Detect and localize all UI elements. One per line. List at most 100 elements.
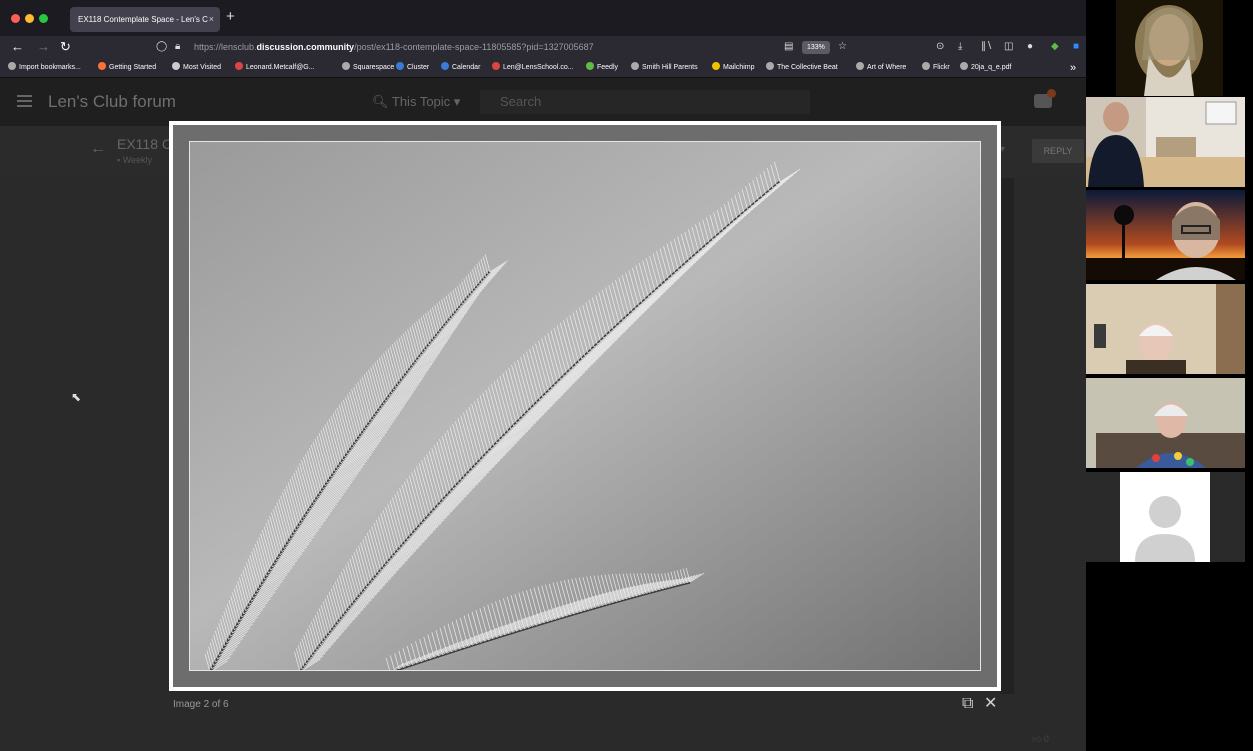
bookmark-favicon-icon	[98, 62, 106, 70]
lightbox-caption: Image 2 of 6	[173, 699, 229, 710]
maximize-window-button[interactable]	[39, 14, 48, 23]
avatar-placeholder-icon	[1149, 496, 1181, 528]
bookmark-label: Getting Started	[109, 64, 157, 71]
bookmark-item[interactable]: Smith Hill Parents	[631, 58, 698, 78]
lock-icon[interactable]: 🔒︎	[175, 37, 180, 57]
bookmark-label: Import bookmarks...	[19, 64, 81, 71]
external-link-icon[interactable]: ⧉	[962, 695, 973, 713]
bookmark-item[interactable]: Import bookmarks...	[8, 58, 81, 78]
account-icon[interactable]: ●	[1027, 39, 1033, 55]
bookmark-item[interactable]: Len@LensSchool.co...	[492, 58, 574, 78]
pocket-icon[interactable]: ⊙	[936, 39, 944, 55]
bookmark-favicon-icon	[766, 62, 774, 70]
shield-icon[interactable]: ◯	[156, 37, 167, 57]
search-scope-label: This Topic	[391, 94, 451, 109]
bookmark-favicon-icon	[856, 62, 864, 70]
sidebar-icon[interactable]: ◫	[1004, 39, 1013, 55]
bookmark-item[interactable]: Cluster	[396, 58, 429, 78]
bookmark-label: The Collective Beat	[777, 64, 838, 71]
bookmark-label: Calendar	[452, 64, 481, 71]
search-scope-dropdown[interactable]: 🔍︎ This Topic ▾	[372, 94, 460, 110]
bookmark-item[interactable]: The Collective Beat	[766, 58, 838, 78]
bookmark-item[interactable]: Calendar	[441, 58, 480, 78]
evernote-extension-icon[interactable]: ◆	[1051, 39, 1059, 55]
bookmark-label: Cluster	[407, 64, 430, 71]
bookmark-favicon-icon	[586, 62, 594, 70]
bookmark-item[interactable]: Squarespace	[342, 58, 394, 78]
participant-tile-3[interactable]	[1086, 190, 1245, 280]
close-window-button[interactable]	[11, 14, 20, 23]
bookmark-label: 20ja_q_e.pdf	[971, 64, 1012, 71]
bookmark-item[interactable]: Flickr	[922, 58, 950, 78]
minimize-window-button[interactable]	[25, 14, 34, 23]
bookmark-favicon-icon	[235, 62, 243, 70]
browser-window: EX118 Contemplate Space - Len's C × + ← …	[0, 0, 1086, 751]
bookmarks-toolbar: Import bookmarks... Getting Started Most V…	[0, 58, 1086, 78]
bookmark-item[interactable]: Most Visited	[172, 58, 221, 78]
bookmark-favicon-icon	[172, 62, 180, 70]
url-bar[interactable]: ◯ 🔒︎ https://lensclub.discussion.communi…	[150, 37, 860, 57]
bookmark-favicon-icon	[342, 62, 350, 70]
grass-seedhead-image	[190, 142, 980, 670]
zoom-extension-icon[interactable]: ■	[1073, 39, 1079, 55]
reader-view-icon[interactable]: ▤	[784, 37, 793, 57]
lightbox-photo-grass-seedheads[interactable]	[189, 141, 981, 671]
bookmark-favicon-icon	[441, 62, 449, 70]
bookmark-item[interactable]: 20ja_q_e.pdf	[960, 58, 1011, 78]
bookmark-favicon-icon	[712, 62, 720, 70]
bookmark-item[interactable]: Leonard.Metcalf@G...	[235, 58, 315, 78]
bookmark-label: Leonard.Metcalf@G...	[246, 64, 315, 71]
participant-tile-4[interactable]	[1086, 284, 1245, 374]
forum-header: Len's Club forum 🔍︎ This Topic ▾ Search	[0, 78, 1086, 126]
bookmark-label: Flickr	[933, 64, 950, 71]
like-count[interactable]: 👍︎ 0	[1032, 734, 1049, 745]
reply-button[interactable]: REPLY	[1032, 139, 1084, 163]
new-tab-button[interactable]: +	[226, 8, 235, 25]
bookmark-label: Smith Hill Parents	[642, 64, 698, 71]
library-icon[interactable]: ∥∖	[981, 39, 992, 55]
bookmark-item[interactable]: Art of Where	[856, 58, 906, 78]
forward-icon[interactable]: →	[37, 38, 50, 56]
zoom-level-badge[interactable]: 133%	[802, 41, 830, 54]
close-icon[interactable]: ✕	[984, 695, 997, 713]
bookmark-favicon-icon	[492, 62, 500, 70]
bookmark-favicon-icon	[8, 62, 16, 70]
video-call-sidebar	[1086, 0, 1253, 751]
notification-badge	[1047, 89, 1056, 98]
reload-icon[interactable]: ↻	[60, 38, 71, 56]
back-arrow-icon[interactable]: ←	[90, 140, 106, 158]
participant-tile-6-no-video[interactable]	[1086, 472, 1245, 562]
bookmark-favicon-icon	[631, 62, 639, 70]
tab-active[interactable]: EX118 Contemplate Space - Len's C ×	[70, 7, 220, 32]
lightbox	[169, 121, 1001, 691]
bookmark-label: Mailchimp	[723, 64, 755, 71]
lightbox-mat	[173, 125, 997, 687]
tab-bar: EX118 Contemplate Space - Len's C × +	[0, 0, 1086, 36]
tab-close-icon[interactable]: ×	[209, 7, 214, 32]
mouse-cursor-icon: ⬉	[71, 390, 82, 404]
bookmark-label: Feedly	[597, 64, 619, 71]
bookmark-item[interactable]: Getting Started	[98, 58, 156, 78]
like-count-value: 0	[1043, 734, 1049, 744]
downloads-icon[interactable]: ⤓	[958, 39, 962, 55]
bookmark-label: Most Visited	[183, 64, 221, 71]
participant-tile-5[interactable]	[1086, 378, 1245, 468]
site-title[interactable]: Len's Club forum	[48, 92, 176, 112]
bookmark-label: Art of Where	[867, 64, 907, 71]
participant-tile-2[interactable]	[1086, 97, 1245, 187]
topic-category[interactable]: ▪ Weekly	[117, 155, 152, 165]
bookmarks-overflow-icon[interactable]: »	[1070, 58, 1076, 78]
url-text[interactable]: https://lensclub.discussion.community/po…	[194, 37, 594, 57]
participant-tile-portrait[interactable]	[1116, 0, 1223, 96]
bookmark-label: Len@LensSchool.co...	[503, 64, 574, 71]
bookmark-item[interactable]: Mailchimp	[712, 58, 755, 78]
post-column	[1000, 178, 1014, 694]
bookmark-star-icon[interactable]: ☆	[838, 37, 847, 57]
back-icon[interactable]: ←	[11, 38, 24, 56]
search-input[interactable]: Search	[480, 90, 810, 114]
topic-title[interactable]: EX118 C	[117, 136, 172, 152]
navigation-bar: ← → ↻ ◯ 🔒︎ https://lensclub.discussion.c…	[0, 36, 1086, 58]
bookmark-item[interactable]: Feedly	[586, 58, 618, 78]
menu-icon[interactable]	[17, 95, 32, 107]
tab-title: EX118 Contemplate Space - Len's C	[78, 15, 208, 24]
